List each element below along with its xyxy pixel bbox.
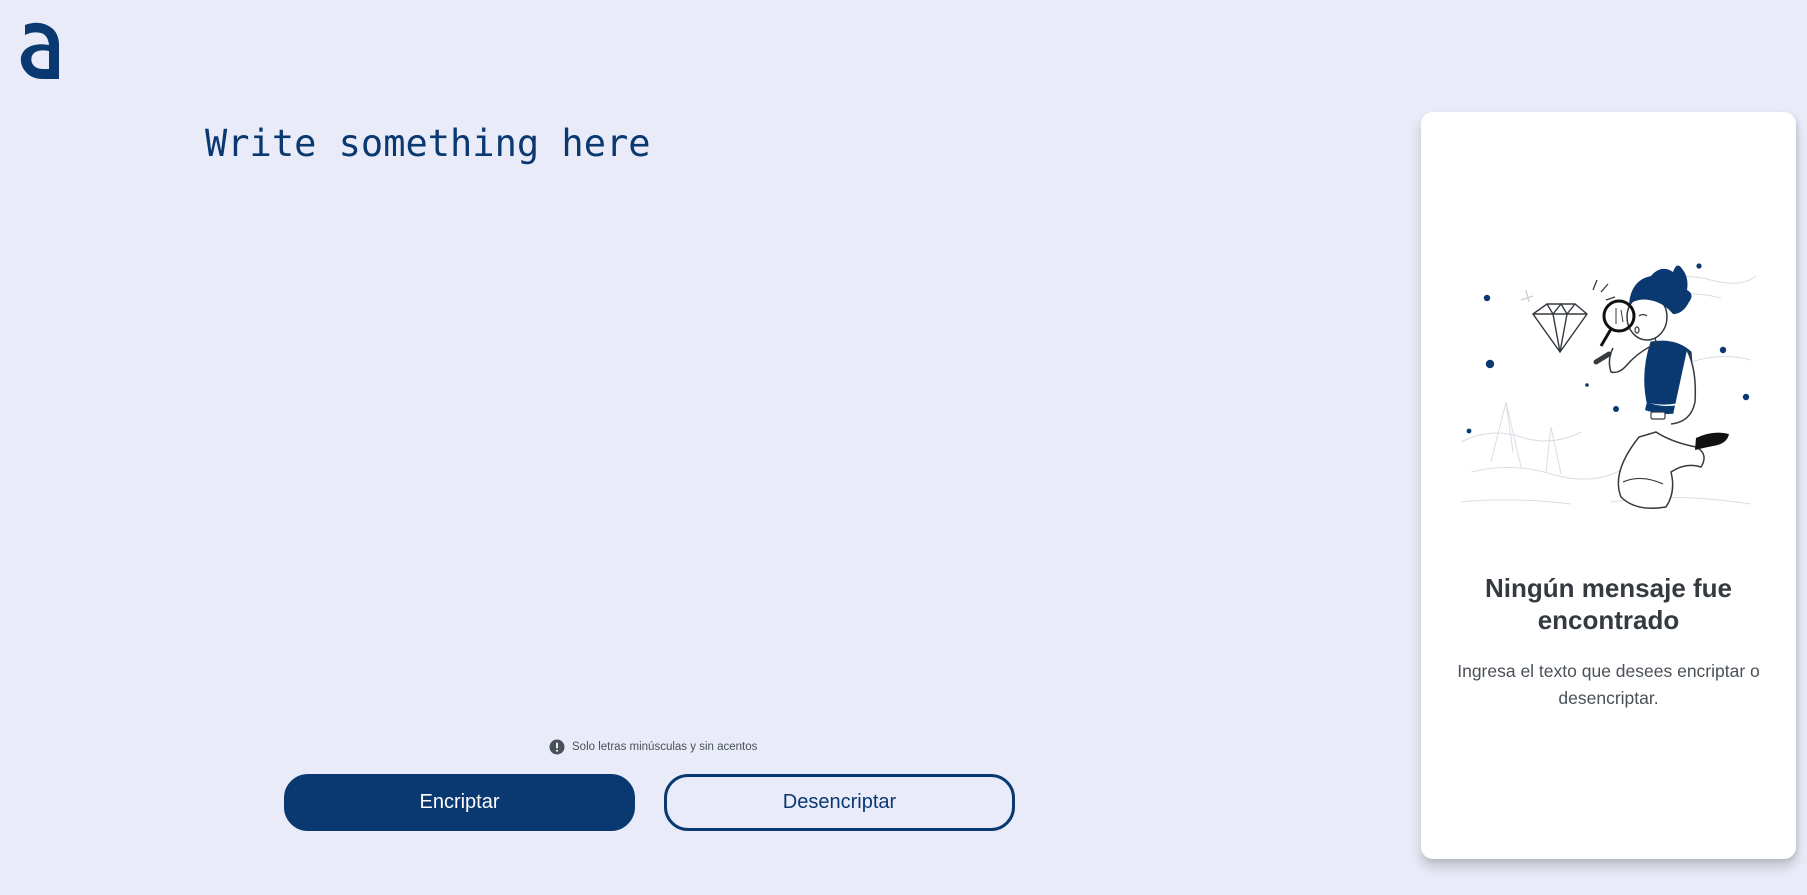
output-panel: Ningún mensaje fue encontrado Ingresa el…: [1421, 112, 1796, 859]
input-hint: Solo letras minúsculas y sin acentos: [549, 739, 757, 755]
empty-state-text: Ingresa el texto que desees encriptar o …: [1457, 661, 1760, 708]
app-root: Solo letras minúsculas y sin acentos Enc…: [0, 0, 1807, 895]
empty-state-title: Ningún mensaje fue encontrado: [1484, 573, 1733, 635]
exclamation-circle-icon: [549, 739, 565, 755]
person-magnifying-glass-illustration: [1460, 263, 1757, 509]
encrypt-button[interactable]: Encriptar: [284, 774, 635, 831]
message-input[interactable]: [205, 120, 1355, 710]
alura-logo-icon: [20, 22, 59, 79]
hint-text: Solo letras minúsculas y sin acentos: [572, 741, 758, 753]
decrypt-button[interactable]: Desencriptar: [664, 774, 1015, 831]
